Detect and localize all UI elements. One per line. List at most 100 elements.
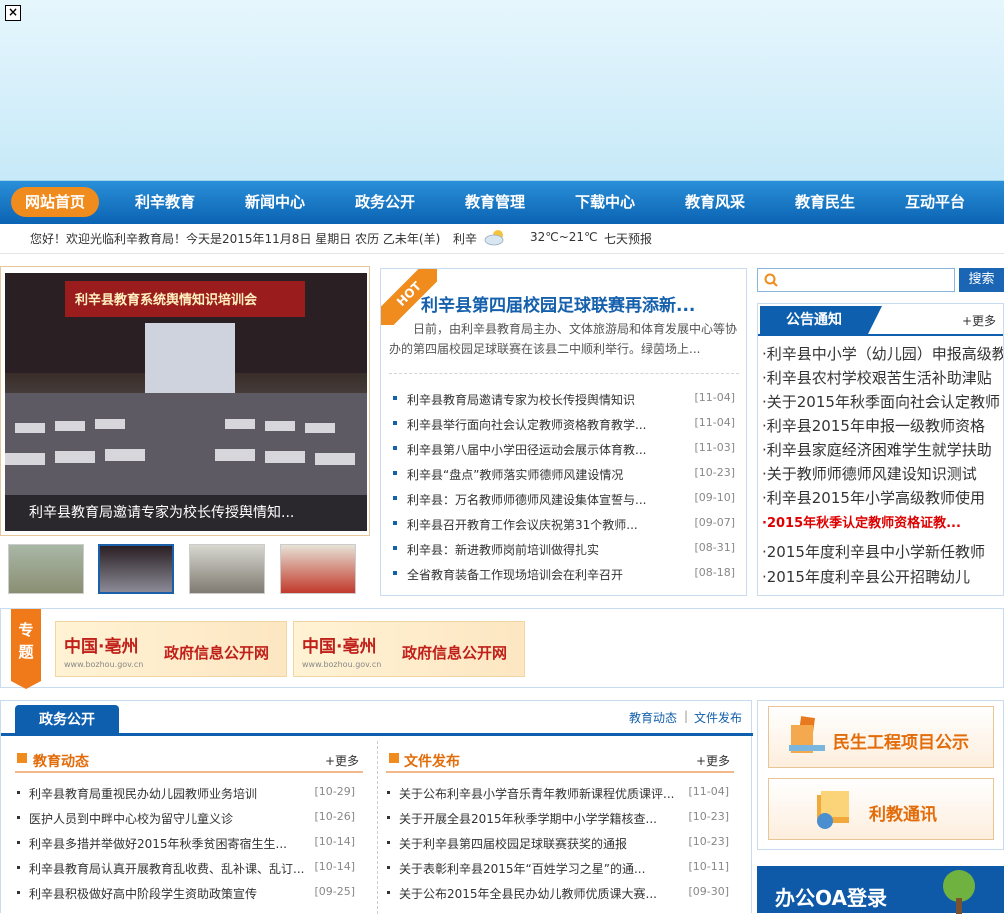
special-tag-char-1: 专 (18, 621, 34, 639)
notice-tab-corner (868, 306, 882, 334)
list-item[interactable]: 关于表彰利辛县2015年“百姓学习之星”的通... [10-11] (385, 860, 729, 882)
list-item-title[interactable]: 关于公布2015年全县民办幼儿教师优质课大赛... (399, 885, 689, 902)
news-item-date: [08-31] (694, 541, 735, 554)
news-item[interactable]: 利辛县第八届中小学田径运动会展示体育教... [11-03] (393, 441, 735, 461)
weather-temp: 32℃~21℃ (530, 230, 598, 244)
notice-item[interactable]: ·利辛县2015年申报一级教师资格 (762, 414, 1003, 438)
search-button[interactable]: 搜索 (959, 268, 1004, 292)
news-item-title[interactable]: 利辛县教育局邀请专家为校长传授舆情知识 (407, 391, 657, 408)
news-item-title[interactable]: 利辛县：万名教师师德师风建设集体宣誓与... (407, 491, 657, 508)
lijiao-newsletter-link[interactable]: 利教通讯 (768, 778, 994, 840)
news-item-title[interactable]: 利辛县“盘点”教师落实师德师风建设情况 (407, 466, 657, 483)
news-item-title[interactable]: 利辛县召开教育工作会议庆祝第31个教师... (407, 516, 657, 533)
nav-education-livelihood[interactable]: 教育民生 (781, 187, 869, 217)
nav-education-management[interactable]: 教育管理 (451, 187, 539, 217)
list-item-date: [10-14] (314, 860, 355, 873)
bullet (17, 791, 20, 794)
close-icon[interactable]: × (5, 5, 21, 21)
special-banner-bozhou-1[interactable]: 中国·亳州 政府信息公开网 www.bozhou.gov.cn (55, 621, 287, 677)
banner-city-text: 中国·亳州 (64, 637, 139, 657)
section-arrow-icon (389, 753, 399, 763)
slideshow-thumb-3[interactable] (189, 544, 265, 594)
banner-url-text: www.bozhou.gov.cn (64, 660, 144, 669)
notice-item[interactable]: ·关于教师师德师风建设知识测试 (762, 462, 1003, 486)
list-item-title[interactable]: 医护人员到中畔中心校为留守儿童义诊 (29, 810, 319, 827)
notice-item[interactable]: ·2015年度利辛县公开招聘幼儿 (762, 565, 1003, 589)
list-item[interactable]: 关于利辛县第四届校园足球联赛获奖的通报 [10-23] (385, 835, 729, 857)
file-release-more-link[interactable]: +更多 (696, 752, 730, 769)
news-item[interactable]: 利辛县“盘点”教师落实师德师风建设情况 [10-23] (393, 466, 735, 486)
headline-news-panel: HOT 利辛县第四届校园足球联赛再添新... 日前，由利辛县教育局主办、文体旅游… (380, 268, 747, 596)
link-separator: | (684, 709, 689, 723)
notice-item[interactable]: ·利辛县农村学校艰苦生活补助津贴 (762, 366, 1003, 390)
list-item[interactable]: 利辛县教育局认真开展教育乱收费、乱补课、乱订... [10-14] (15, 860, 355, 882)
list-item-title[interactable]: 关于公布利辛县小学音乐青年教师新课程优质课评... (399, 785, 689, 802)
list-item-title[interactable]: 关于表彰利辛县2015年“百姓学习之星”的通... (399, 860, 689, 877)
nav-education-style[interactable]: 教育风采 (671, 187, 759, 217)
news-item[interactable]: 利辛县教育局邀请专家为校长传授舆情知识 [11-04] (393, 391, 735, 411)
list-item-date: [10-26] (314, 810, 355, 823)
nav-lixin-education[interactable]: 利辛教育 (121, 187, 209, 217)
notice-item[interactable]: ·利辛县中小学（幼儿园）申报高级教师 (762, 342, 1003, 366)
special-tag-char-2: 题 (18, 643, 34, 661)
bullet (387, 891, 390, 894)
news-item-date: [11-03] (694, 441, 735, 454)
news-item-title[interactable]: 利辛县第八届中小学田径运动会展示体育教... (407, 441, 657, 458)
search-input[interactable] (757, 268, 955, 292)
special-banner-bozhou-2[interactable]: 中国·亳州 政府信息公开网 www.bozhou.gov.cn (293, 621, 525, 677)
bullet (17, 866, 20, 869)
news-item-date: [10-23] (694, 466, 735, 479)
news-item[interactable]: 利辛县：万名教师师德师风建设集体宣誓与... [09-10] (393, 491, 735, 511)
notice-item-highlight[interactable]: ·2015年秋季认定教师资格证教... (762, 512, 1003, 536)
list-item[interactable]: 医护人员到中畔中心校为留守儿童义诊 [10-26] (15, 810, 355, 832)
notice-item[interactable]: ·关于2015年秋季面向社会认定教师 (762, 390, 1003, 414)
news-item[interactable]: 全省教育装备工作现场培训会在利辛召开 [08-18] (393, 566, 735, 586)
nav-download-center[interactable]: 下载中心 (561, 187, 649, 217)
notice-item[interactable]: ·2015年度利辛县中小学新任教师 (762, 540, 1003, 564)
news-item[interactable]: 利辛县举行面向社会认定教师资格教育教学... [11-04] (393, 416, 735, 436)
list-item[interactable]: 关于开展全县2015年秋季学期中小学学籍核查... [10-23] (385, 810, 729, 832)
list-item-title[interactable]: 关于利辛县第四届校园足球联赛获奖的通报 (399, 835, 689, 852)
hot-news-title[interactable]: 利辛县第四届校园足球联赛再添新... (421, 291, 695, 316)
list-item-title[interactable]: 利辛县积极做好高中阶段学生资助政策宣传 (29, 885, 319, 902)
slideshow-caption[interactable]: 利辛县教育局邀请专家为校长传授舆情知... (5, 495, 367, 531)
list-item-title[interactable]: 利辛县多措并举做好2015年秋季贫困寄宿生生... (29, 835, 319, 852)
notice-tab[interactable]: 公告通知 (760, 306, 868, 334)
news-item-title[interactable]: 全省教育装备工作现场培训会在利辛召开 (407, 566, 657, 583)
link-file-release[interactable]: 文件发布 (694, 709, 742, 726)
education-news-more-link[interactable]: +更多 (325, 752, 359, 769)
list-item-title[interactable]: 关于开展全县2015年秋季学期中小学学籍核查... (399, 810, 689, 827)
tab-government-affairs[interactable]: 政务公开 (15, 705, 119, 735)
banner-site-text: 政府信息公开网 (402, 644, 508, 662)
oa-login-link[interactable]: 办公OA登录 (757, 866, 1004, 914)
slideshow-thumb-4[interactable] (280, 544, 356, 594)
notice-more-link[interactable]: +更多 (962, 312, 996, 329)
news-item-title[interactable]: 利辛县：新进教师岗前培训做得扎实 (407, 541, 657, 558)
slideshow-thumb-2[interactable] (98, 544, 174, 594)
section-title-file-release: 文件发布 (404, 754, 460, 770)
nav-interactive-platform[interactable]: 互动平台 (891, 187, 979, 217)
nav-government-affairs[interactable]: 政务公开 (341, 187, 429, 217)
slideshow-main-image[interactable]: 利辛县教育系统舆情知识培训会 利辛县教育局邀请专家为校长传授舆情知... (5, 273, 367, 531)
bullet (17, 891, 20, 894)
list-item[interactable]: 关于公布利辛县小学音乐青年教师新课程优质课评... [11-04] (385, 785, 729, 807)
list-item[interactable]: 利辛县积极做好高中阶段学生资助政策宣传 [09-25] (15, 885, 355, 907)
list-item[interactable]: 利辛县多措并举做好2015年秋季贫困寄宿生生... [10-14] (15, 835, 355, 857)
list-item[interactable]: 利辛县教育局重视民办幼儿园教师业务培训 [10-29] (15, 785, 355, 807)
news-item-title[interactable]: 利辛县举行面向社会认定教师资格教育教学... (407, 416, 657, 433)
nav-news-center[interactable]: 新闻中心 (231, 187, 319, 217)
notice-item[interactable]: ·利辛县家庭经济困难学生就学扶助 (762, 438, 1003, 462)
list-item-title[interactable]: 利辛县教育局认真开展教育乱收费、乱补课、乱订... (29, 860, 319, 877)
list-item[interactable]: 关于公布2015年全县民办幼儿教师优质课大赛... [09-30] (385, 885, 729, 907)
news-item[interactable]: 利辛县召开教育工作会议庆祝第31个教师... [09-07] (393, 516, 735, 536)
notice-item[interactable]: ·利辛县2015年小学高级教师使用 (762, 486, 1003, 510)
link-education-news[interactable]: 教育动态 (629, 709, 677, 726)
list-item-title[interactable]: 利辛县教育局重视民办幼儿园教师业务培训 (29, 785, 319, 802)
news-item[interactable]: 利辛县：新进教师岗前培训做得扎实 [08-31] (393, 541, 735, 561)
livelihood-project-link[interactable]: 民生工程项目公示 (768, 706, 994, 768)
nav-home[interactable]: 网站首页 (11, 187, 99, 217)
slideshow-thumb-1[interactable] (8, 544, 84, 594)
list-item-date: [10-14] (314, 835, 355, 848)
section-arrow-icon (17, 753, 27, 763)
seven-day-forecast-link[interactable]: 七天预报 (604, 230, 652, 247)
